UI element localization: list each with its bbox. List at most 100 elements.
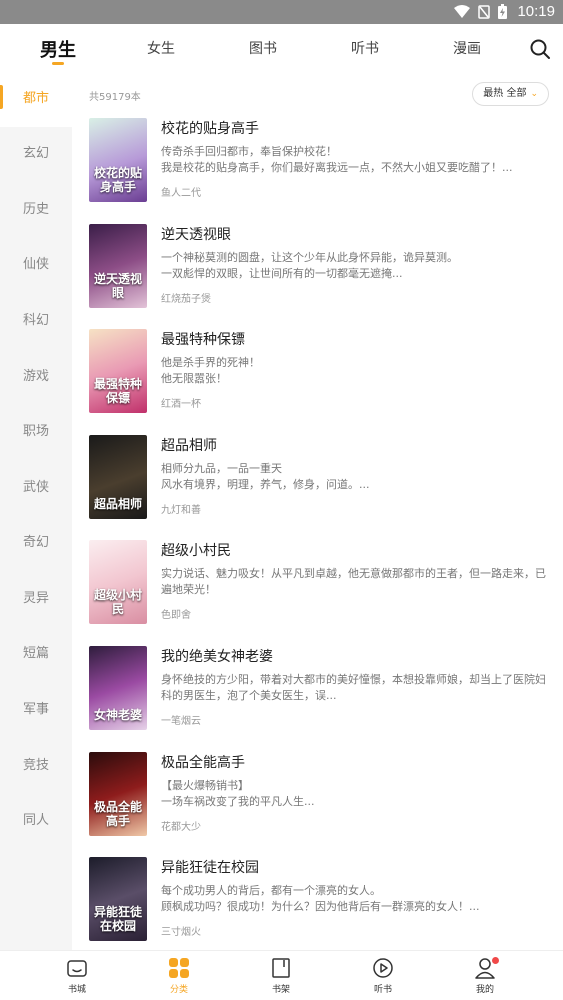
sidebar-item-urban[interactable]: 都市 xyxy=(0,71,72,127)
book-author: 九灯和善 xyxy=(161,505,201,516)
status-time: 10:19 xyxy=(517,3,555,20)
sidebar-item-supernatural[interactable]: 灵异 xyxy=(0,571,72,627)
tab-label: 女生 xyxy=(147,41,175,57)
book-description: 一个神秘莫测的圆盘，让这个少年从此身怀异能，诡异莫测。 一双彪悍的双眼，让世间所… xyxy=(161,251,458,280)
book-description: 每个成功男人的背后，都有一个漂亮的女人。 顾枫成功吗？很成功！为什么？因为他背后… xyxy=(161,884,480,913)
tab-audiobooks[interactable]: 听书 xyxy=(351,38,379,58)
book-item[interactable]: 极品全能高手 极品全能高手 【最火爆畅销书】 一场车祸改变了我的平凡人生... … xyxy=(89,752,549,848)
sidebar-item-games[interactable]: 游戏 xyxy=(0,349,72,405)
book-author: 红烧茄子煲 xyxy=(161,294,211,305)
book-item[interactable]: 最强特种保镖 最强特种保镖 他是杀手界的死神！ 他无限嚣张！ 红酒一杯 xyxy=(89,329,549,425)
sidebar-item-label: 奇幻 xyxy=(22,535,49,550)
book-description: 【最火爆畅销书】 一场车祸改变了我的平凡人生... xyxy=(161,779,315,808)
notification-dot xyxy=(492,957,499,964)
search-icon[interactable] xyxy=(529,38,551,60)
sidebar-item-fanfic[interactable]: 同人 xyxy=(0,793,72,849)
category-sidebar: 都市 玄幻 历史 仙侠 科幻 游戏 职场 武侠 奇幻 灵异 短篇 军事 竞技 同… xyxy=(0,71,72,950)
cover-title: 逆天透视眼 xyxy=(93,272,142,300)
cover-title: 超级小村民 xyxy=(93,588,142,616)
book-title: 超品相师 xyxy=(161,438,217,454)
nav-label: 书架 xyxy=(271,985,290,995)
nav-bookshelf[interactable]: 书架 xyxy=(251,957,311,995)
status-bar: 10:19 xyxy=(0,0,563,24)
category-icon xyxy=(169,958,189,978)
nav-profile[interactable]: 我的 xyxy=(455,957,515,995)
book-title: 逆天透视眼 xyxy=(161,227,231,243)
cover-title: 最强特种保镖 xyxy=(93,377,142,405)
sort-label: 最热 全部 xyxy=(483,88,527,99)
book-item[interactable]: 女神老婆 我的绝美女神老婆 身怀绝技的方少阳，带着对大都市的美好憧憬，本想投靠师… xyxy=(89,646,549,742)
sidebar-item-xianxia[interactable]: 仙侠 xyxy=(0,237,72,293)
sidebar-item-label: 灵异 xyxy=(22,591,49,606)
sidebar-item-label: 职场 xyxy=(22,424,49,439)
sort-filter-button[interactable]: 最热 全部 ⌄ xyxy=(472,82,549,106)
sidebar-item-wuxia[interactable]: 武侠 xyxy=(0,460,72,516)
book-title: 异能狂徒在校园 xyxy=(161,860,259,876)
tab-male[interactable]: 男生 xyxy=(40,36,76,65)
sidebar-item-label: 同人 xyxy=(22,813,49,828)
book-item[interactable]: 超品相师 超品相师 相师分九品，一品一重天 风水有境界，明理，养气，修身，问道。… xyxy=(89,435,549,531)
book-author: 三寸烟火 xyxy=(161,927,201,938)
listen-icon xyxy=(373,958,393,978)
book-cover: 极品全能高手 xyxy=(89,752,147,836)
book-cover: 异能狂徒在校园 xyxy=(89,857,147,941)
nav-category[interactable]: 分类 xyxy=(149,957,209,995)
status-icons xyxy=(454,4,507,19)
book-cover: 超级小村民 xyxy=(89,540,147,624)
active-tab-indicator xyxy=(52,62,64,65)
tab-label: 漫画 xyxy=(453,41,481,57)
cover-title: 超品相师 xyxy=(93,497,142,511)
tab-comics[interactable]: 漫画 xyxy=(453,38,481,58)
battery-icon xyxy=(498,4,507,19)
sidebar-item-label: 历史 xyxy=(22,202,49,217)
sidebar-item-label: 游戏 xyxy=(22,369,49,384)
sidebar-item-label: 军事 xyxy=(22,702,49,717)
tab-label: 图书 xyxy=(249,41,277,57)
book-cover: 最强特种保镖 xyxy=(89,329,147,413)
sidebar-item-label: 短篇 xyxy=(22,646,49,661)
book-item[interactable]: 异能狂徒在校园 异能狂徒在校园 每个成功男人的背后，都有一个漂亮的女人。 顾枫成… xyxy=(89,857,549,950)
sidebar-item-fantasy[interactable]: 玄幻 xyxy=(0,126,72,182)
tab-label: 男生 xyxy=(40,40,76,61)
book-cover: 超品相师 xyxy=(89,435,147,519)
sidebar-item-label: 科幻 xyxy=(22,313,49,328)
book-title: 极品全能高手 xyxy=(161,755,245,771)
sidebar-item-sports[interactable]: 竞技 xyxy=(0,738,72,794)
book-cover: 逆天透视眼 xyxy=(89,224,147,308)
nav-label: 听书 xyxy=(373,985,392,995)
cover-title: 女神老婆 xyxy=(93,708,142,722)
top-tab-bar: 男生 女生 图书 听书 漫画 xyxy=(0,24,563,76)
nav-listen[interactable]: 听书 xyxy=(353,957,413,995)
sidebar-item-workplace[interactable]: 职场 xyxy=(0,404,72,460)
book-item[interactable]: 校花的贴身高手 校花的贴身高手 传奇杀手回归都市，奉旨保护校花！ 我是校花的贴身… xyxy=(89,118,549,214)
sidebar-item-scifi[interactable]: 科幻 xyxy=(0,293,72,349)
book-item[interactable]: 超级小村民 超级小村民 实力说话、魅力吸女！从平凡到卓越，他无意做那都市的王者，… xyxy=(89,540,549,636)
nav-label: 书城 xyxy=(67,985,86,995)
sidebar-item-magic[interactable]: 奇幻 xyxy=(0,515,72,571)
sidebar-item-label: 都市 xyxy=(22,91,49,106)
bottom-nav: 书城 分类 书架 听书 我的 xyxy=(0,950,563,1000)
chevron-down-icon: ⌄ xyxy=(530,89,538,99)
tab-female[interactable]: 女生 xyxy=(147,38,175,58)
nav-label: 我的 xyxy=(475,985,494,995)
sidebar-item-history[interactable]: 历史 xyxy=(0,182,72,238)
book-cover: 女神老婆 xyxy=(89,646,147,730)
book-description: 他是杀手界的死神！ 他无限嚣张！ xyxy=(161,356,260,385)
sidebar-item-label: 仙侠 xyxy=(22,257,49,272)
no-sim-icon xyxy=(478,4,490,19)
sidebar-item-label: 武侠 xyxy=(22,480,49,495)
tab-books[interactable]: 图书 xyxy=(249,38,277,58)
sidebar-item-label: 玄幻 xyxy=(22,146,49,161)
bookshelf-icon xyxy=(272,958,290,978)
sidebar-item-military[interactable]: 军事 xyxy=(0,682,72,738)
tab-label: 听书 xyxy=(351,41,379,57)
cover-title: 校花的贴身高手 xyxy=(93,166,142,194)
book-title: 超级小村民 xyxy=(161,543,231,559)
nav-bookstore[interactable]: 书城 xyxy=(47,957,107,995)
book-item[interactable]: 逆天透视眼 逆天透视眼 一个神秘莫测的圆盘，让这个少年从此身怀异能，诡异莫测。 … xyxy=(89,224,549,320)
active-indicator xyxy=(0,85,3,109)
nav-label: 分类 xyxy=(169,985,188,995)
book-title: 最强特种保镖 xyxy=(161,332,245,348)
bookstore-icon xyxy=(67,960,87,977)
sidebar-item-short[interactable]: 短篇 xyxy=(0,626,72,682)
